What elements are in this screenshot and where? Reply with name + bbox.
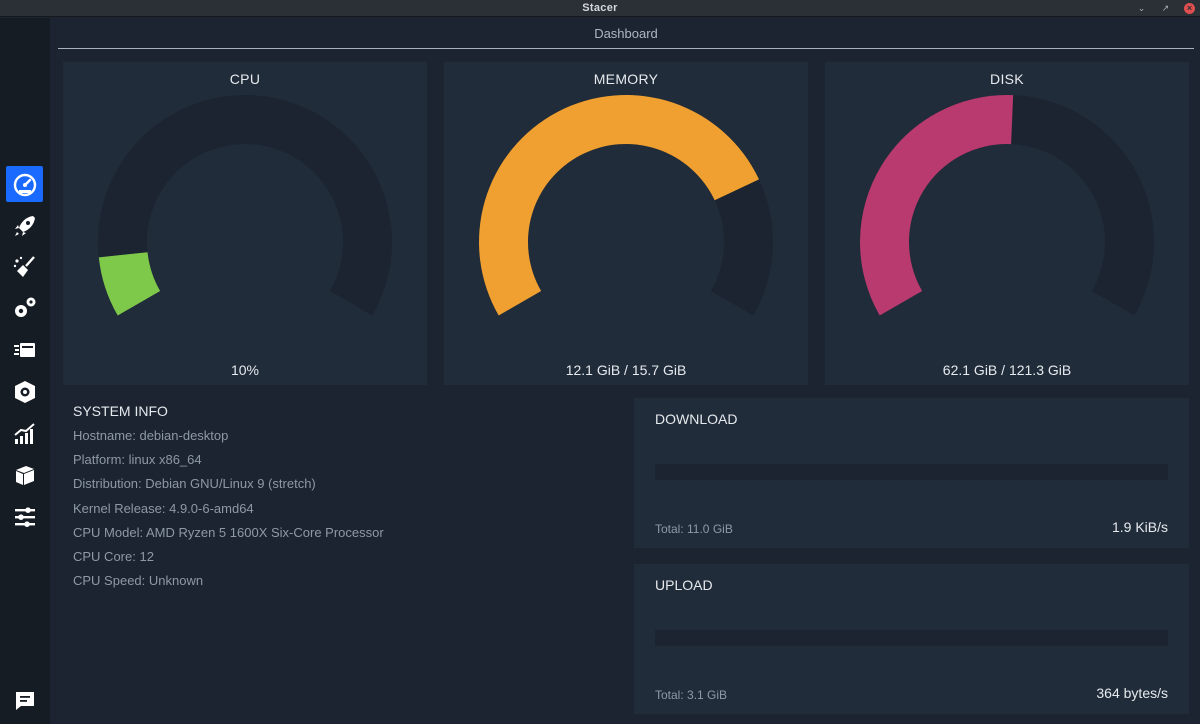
minimize-icon[interactable]: ⌄ — [1136, 3, 1147, 14]
system-info-cpu-model: CPU Model: AMD Ryzen 5 1600X Six-Core Pr… — [73, 524, 384, 540]
cpu-gauge-card: CPU 10% — [63, 62, 427, 385]
disk-gauge-card: DISK 62.1 GiB / 121.3 GiB — [825, 62, 1189, 385]
sidebar — [0, 18, 50, 724]
system-info-title: SYSTEM INFO — [73, 403, 168, 419]
system-info-cpu-core: CPU Core: 12 — [73, 548, 154, 564]
sidebar-item-uninstaller[interactable] — [6, 374, 43, 410]
download-speed: 1.9 KiB/s — [1111, 519, 1168, 535]
download-card: DOWNLOAD Total: 11.0 GiB 1.9 KiB/s — [634, 398, 1189, 548]
upload-graph — [655, 630, 1168, 646]
download-total: Total: 11.0 GiB — [655, 522, 733, 536]
sliders-icon — [14, 507, 35, 527]
page-title: Dashboard — [594, 26, 658, 41]
system-info-platform: Platform: linux x86_64 — [73, 452, 202, 468]
cpu-gauge-fill — [98, 252, 161, 316]
restore-icon[interactable]: ↗ — [1160, 3, 1171, 14]
download-title: DOWNLOAD — [655, 411, 738, 427]
rocket-icon — [14, 216, 35, 236]
upload-total: Total: 3.1 GiB — [655, 688, 728, 702]
chart-icon — [13, 423, 35, 444]
gears-icon — [14, 297, 35, 317]
sidebar-item-resources[interactable] — [6, 416, 43, 452]
page-header: Dashboard — [58, 18, 1194, 49]
system-info-kernel: Kernel Release: 4.9.0-6-amd64 — [73, 500, 254, 516]
upload-speed: 364 bytes/s — [1096, 685, 1168, 701]
uninstall-icon — [14, 381, 35, 403]
upload-card: UPLOAD Total: 3.1 GiB 364 bytes/s — [634, 564, 1189, 714]
system-info-panel: SYSTEM INFO Hostname: debian-desktop Pla… — [73, 403, 613, 596]
system-info-hostname: Hostname: debian-desktop — [73, 428, 229, 443]
sidebar-item-feedback[interactable] — [6, 683, 43, 719]
memory-gauge-value: 12.1 GiB / 15.7 GiB — [565, 362, 687, 378]
sidebar-item-apt-repository[interactable] — [6, 457, 43, 493]
system-info-cpu-speed: CPU Speed: Unknown — [73, 573, 204, 589]
sidebar-item-processes[interactable] — [6, 332, 43, 368]
disk-gauge — [860, 94, 1154, 316]
sidebar-item-startup-apps[interactable] — [6, 208, 43, 244]
sidebar-item-services[interactable] — [6, 290, 43, 326]
system-info-distribution: Distribution: Debian GNU/Linux 9 (stretc… — [73, 476, 316, 492]
sidebar-item-settings[interactable] — [6, 499, 43, 535]
download-graph — [655, 464, 1168, 480]
broom-icon — [13, 256, 35, 277]
cpu-gauge-value: 10% — [230, 362, 260, 378]
speedometer-icon — [13, 173, 36, 197]
sidebar-item-dashboard[interactable] — [6, 166, 43, 202]
cpu-gauge — [97, 94, 392, 316]
title-bar: Stacer ⌄ ↗ × — [0, 0, 1200, 17]
sidebar-item-system-cleaner[interactable] — [6, 249, 43, 285]
window-title: Stacer — [582, 2, 618, 14]
chat-icon — [15, 692, 34, 710]
package-icon — [15, 466, 34, 485]
memory-gauge — [479, 94, 773, 316]
close-icon[interactable]: × — [1184, 3, 1195, 14]
disk-gauge-value: 62.1 GiB / 121.3 GiB — [942, 362, 1072, 378]
processes-icon — [13, 343, 35, 357]
upload-title: UPLOAD — [655, 577, 713, 593]
memory-gauge-card: MEMORY 12.1 GiB / 15.7 GiB — [444, 62, 808, 385]
disk-gauge-fill — [860, 95, 1014, 316]
